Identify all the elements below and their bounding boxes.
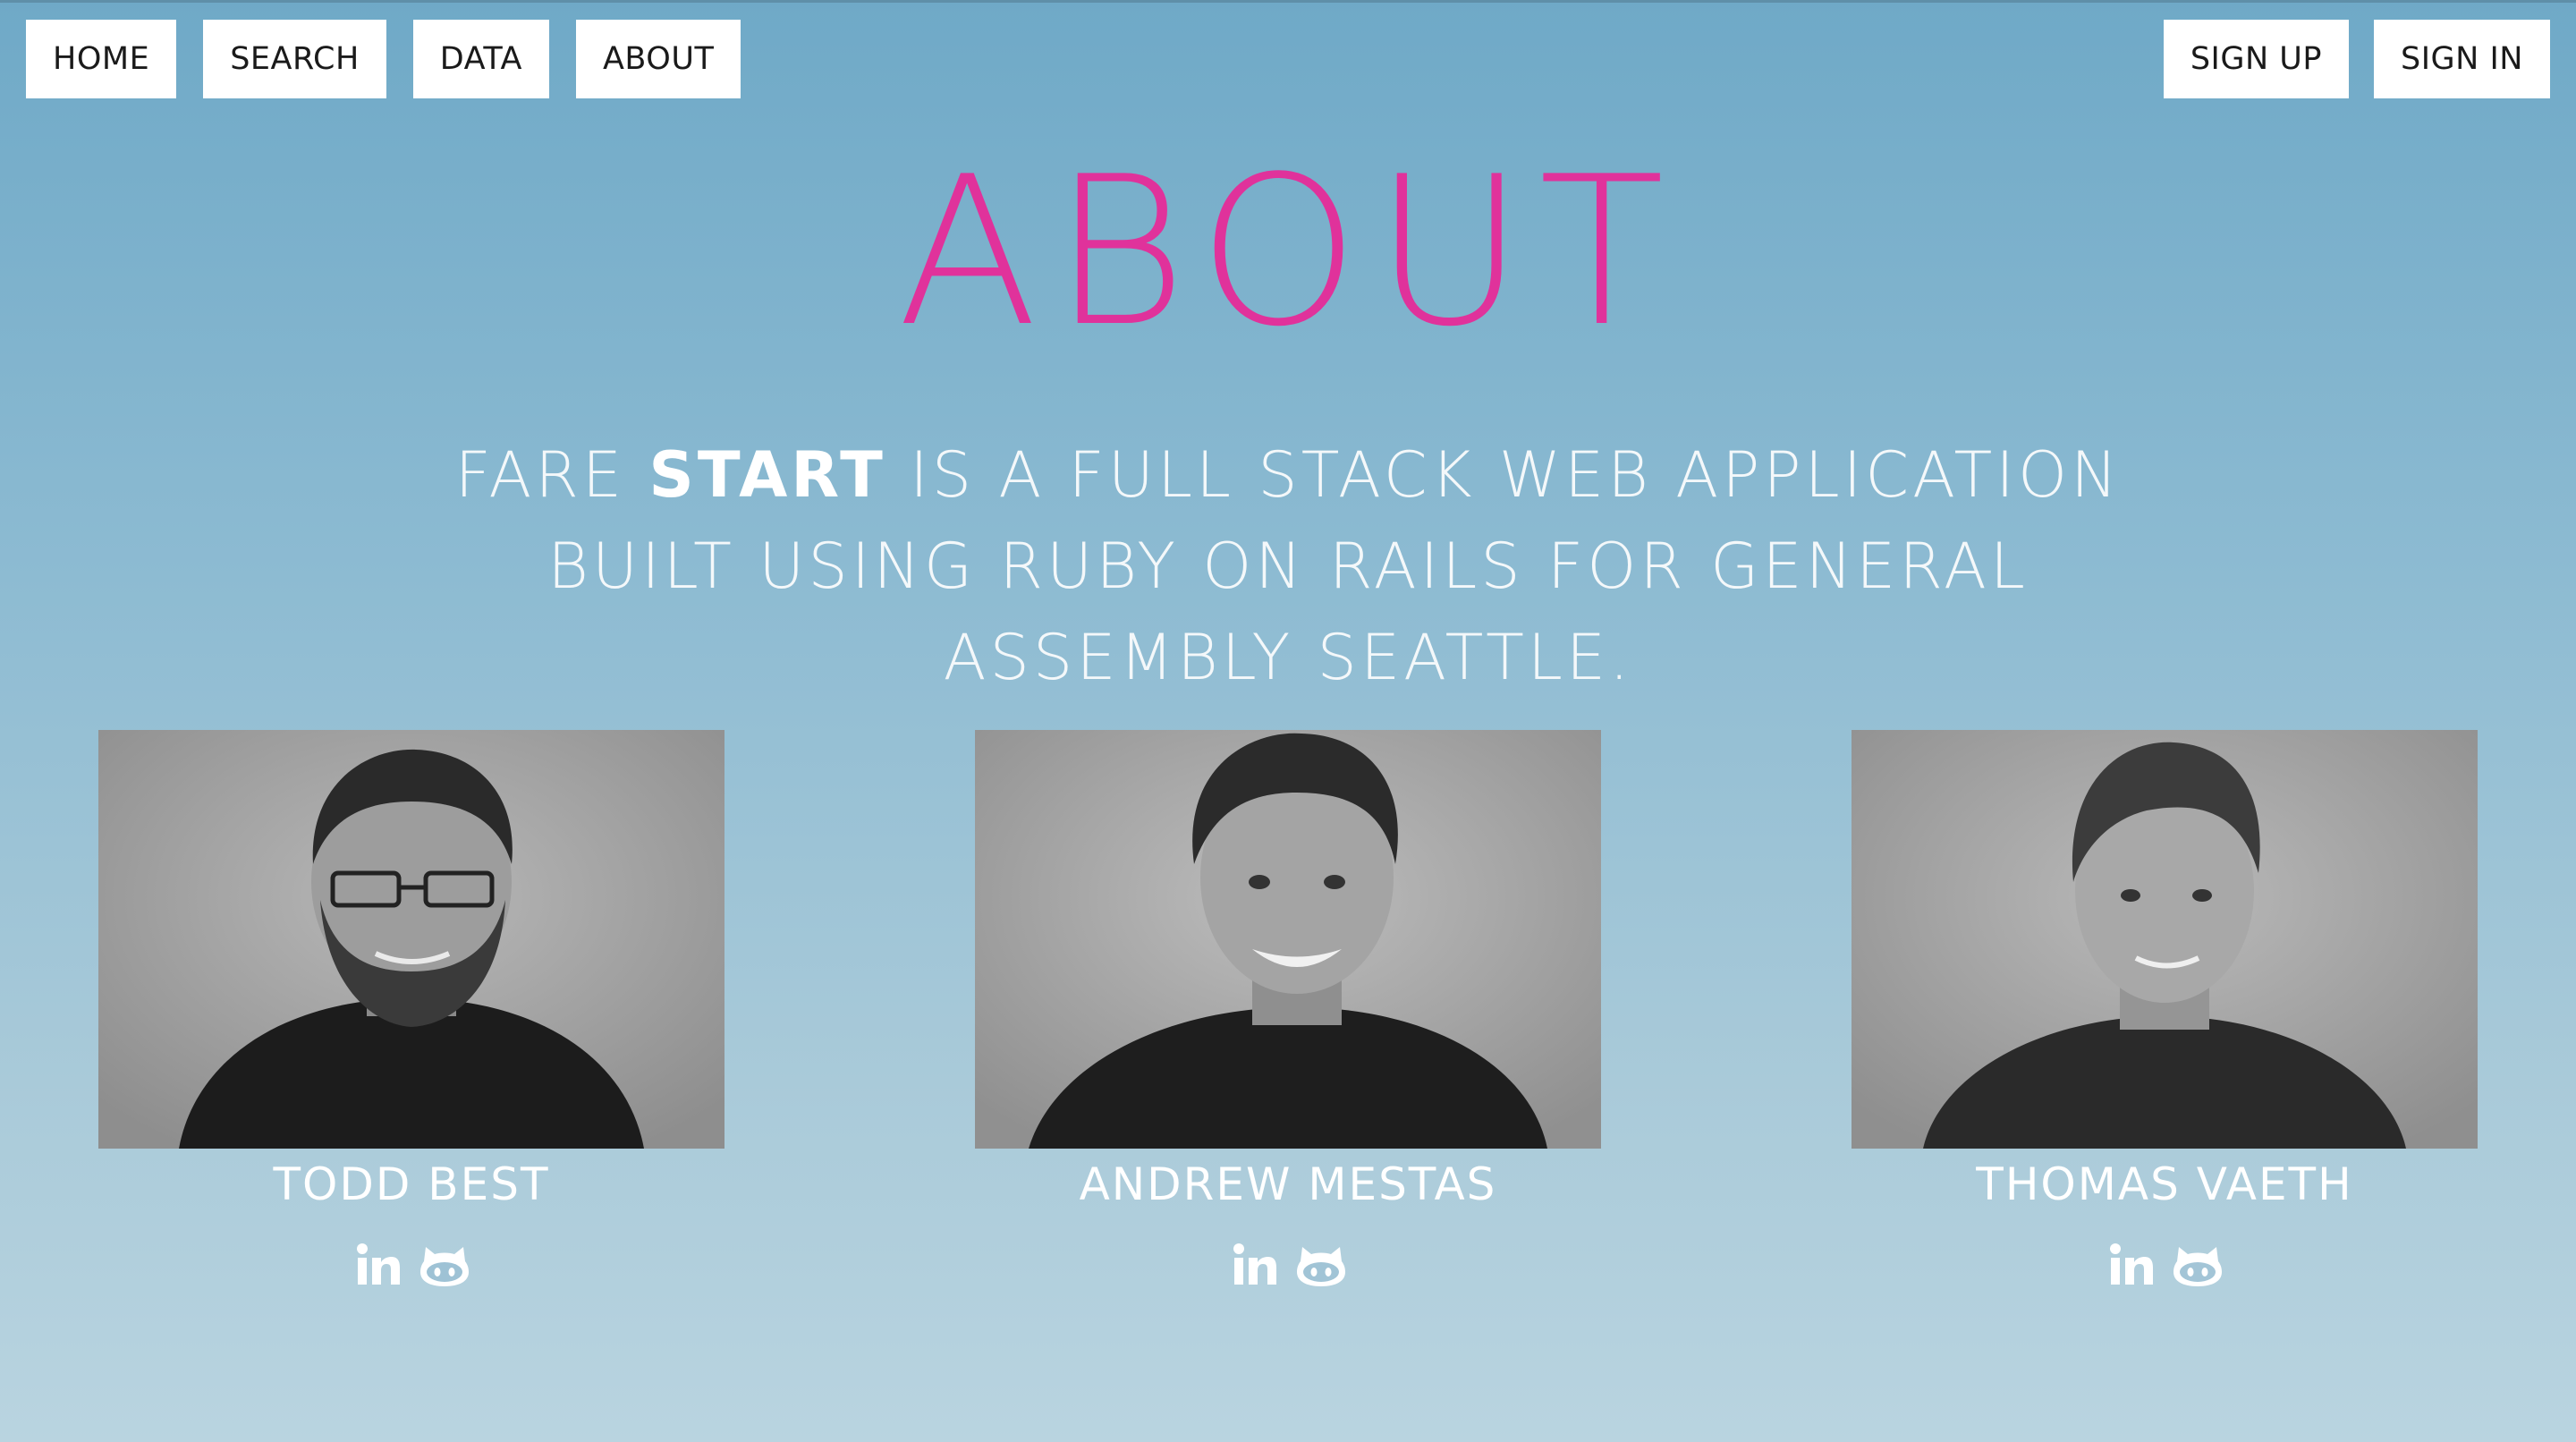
social-links bbox=[98, 1240, 724, 1290]
member-photo bbox=[975, 730, 1601, 1149]
auth-nav: SIGN UP SIGN IN bbox=[2163, 20, 2550, 98]
member-name: THOMAS VAETH bbox=[1976, 1158, 2353, 1210]
linkedin-icon[interactable] bbox=[1230, 1240, 1280, 1290]
team-section: TODD BEST ANDREW MESTAS THOMAS VAETH bbox=[0, 730, 2576, 1302]
team-member-card: ANDREW MESTAS bbox=[975, 730, 1601, 1290]
member-name: ANDREW MESTAS bbox=[1079, 1158, 1497, 1210]
social-links bbox=[975, 1240, 1601, 1290]
nav-about-button[interactable]: ABOUT bbox=[575, 20, 741, 98]
tagline: FARE START IS A FULL STACK WEB APPLICATI… bbox=[394, 429, 2182, 703]
nav-search-button[interactable]: SEARCH bbox=[203, 20, 386, 98]
member-photo bbox=[1852, 730, 2478, 1149]
linkedin-icon[interactable] bbox=[353, 1240, 403, 1290]
social-links bbox=[1852, 1240, 2478, 1290]
github-icon[interactable] bbox=[1296, 1240, 1346, 1290]
nav-home-button[interactable]: HOME bbox=[26, 20, 177, 98]
team-member-card: THOMAS VAETH bbox=[1852, 730, 2478, 1290]
member-photo bbox=[98, 730, 724, 1149]
sign-up-button[interactable]: SIGN UP bbox=[2163, 20, 2350, 98]
nav-data-button[interactable]: DATA bbox=[412, 20, 549, 98]
github-icon[interactable] bbox=[419, 1240, 470, 1290]
member-name: TODD BEST bbox=[273, 1158, 550, 1210]
top-border bbox=[0, 0, 2576, 3]
tagline-pre: FARE bbox=[454, 438, 649, 512]
linkedin-icon[interactable] bbox=[2106, 1240, 2157, 1290]
main-nav: HOME SEARCH DATA ABOUT bbox=[26, 20, 741, 98]
tagline-emphasis: START bbox=[648, 438, 886, 512]
sign-in-button[interactable]: SIGN IN bbox=[2374, 20, 2550, 98]
github-icon[interactable] bbox=[2173, 1240, 2223, 1290]
page-title: ABOUT bbox=[897, 133, 1679, 372]
team-member-card: TODD BEST bbox=[98, 730, 724, 1290]
